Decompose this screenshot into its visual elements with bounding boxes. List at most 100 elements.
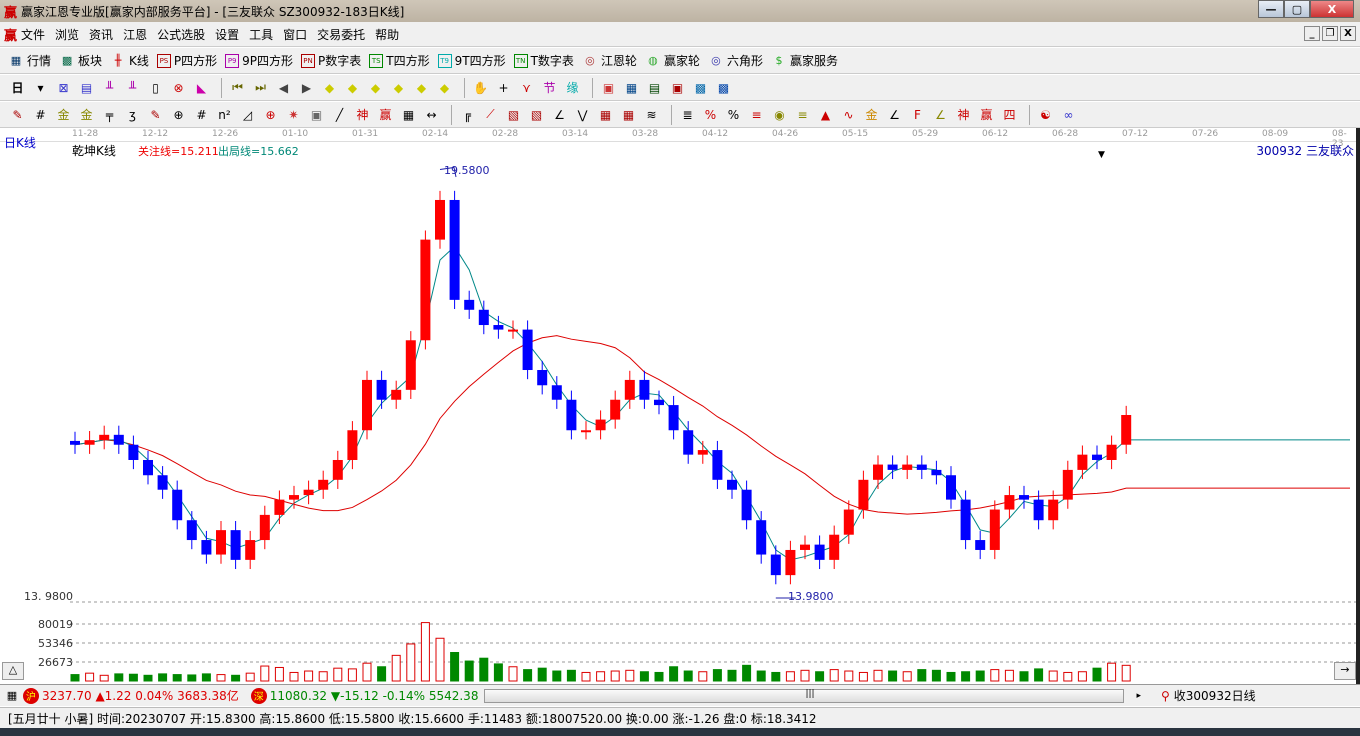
toolbar-dollar-button[interactable]: $ 赢家服务: [771, 52, 838, 69]
star-icon[interactable]: ✷: [284, 105, 303, 124]
spiral-icon[interactable]: ʒ: [123, 105, 142, 124]
toolbar-t9-button[interactable]: T9 9T四方形: [437, 52, 506, 69]
four-angle-icon[interactable]: 四: [1000, 105, 1019, 124]
waves-icon[interactable]: ≋: [642, 105, 661, 124]
fan-icon[interactable]: ✎: [146, 105, 165, 124]
indicator-icon[interactable]: ⊠: [54, 78, 73, 97]
pattern-icon[interactable]: 缘: [563, 78, 582, 97]
god-icon[interactable]: 神: [353, 105, 372, 124]
parallel-icon[interactable]: #: [192, 105, 211, 124]
gold-angle-icon[interactable]: ∠: [931, 105, 950, 124]
menu-item[interactable]: 窗口: [283, 28, 307, 42]
flag-icon[interactable]: ◣: [192, 78, 211, 97]
scroll-thumb-grip[interactable]: |||: [805, 689, 814, 699]
table-icon[interactable]: ▦: [399, 105, 418, 124]
menu-item[interactable]: 江恩: [123, 28, 147, 42]
percent-line-icon[interactable]: %: [701, 105, 720, 124]
fork-icon[interactable]: ╤: [100, 105, 119, 124]
zoom-reset-icon[interactable]: ◆: [435, 78, 454, 97]
zoom-fit-icon[interactable]: ◆: [412, 78, 431, 97]
percent-levels-icon[interactable]: ≡: [747, 105, 766, 124]
win-icon[interactable]: 赢: [376, 105, 395, 124]
menu-item[interactable]: 工具: [249, 28, 273, 42]
close-button[interactable]: X: [1310, 0, 1354, 18]
horizontal-scrollbar[interactable]: |||: [484, 688, 1125, 703]
cross-icon[interactable]: ⊗: [169, 78, 188, 97]
crosshair-icon[interactable]: +: [494, 78, 513, 97]
toolbar-table-button[interactable]: ▦ 行情: [8, 52, 51, 69]
box-icon[interactable]: ▣: [307, 105, 326, 124]
sine-icon[interactable]: ∿: [839, 105, 858, 124]
zoom-right-icon[interactable]: ◆: [343, 78, 362, 97]
gold2-icon[interactable]: 金: [77, 105, 96, 124]
toolbar-ts-button[interactable]: TS T四方形: [369, 52, 430, 69]
angle-icon[interactable]: ◿: [238, 105, 257, 124]
prev-icon[interactable]: ◀: [274, 78, 293, 97]
ruler-icon[interactable]: ≣: [678, 105, 697, 124]
scroll-right-button[interactable]: →: [1334, 662, 1356, 680]
kline-chart[interactable]: 11-28 12-12 12-26 01-10 01-31 02-14 02-28 03-14…: [0, 128, 1360, 684]
shanghai-index[interactable]: 3237.70 ▲1.22 0.04% 3683.38亿: [42, 687, 239, 704]
minimize-button[interactable]: —: [1258, 0, 1284, 18]
toolbar-winner-wheel-button[interactable]: ◍ 赢家轮: [645, 52, 700, 69]
infinity-icon[interactable]: ∞: [1059, 105, 1078, 124]
grid-icon[interactable]: #: [31, 105, 50, 124]
j-angle-icon[interactable]: ∠: [885, 105, 904, 124]
toolbar-gann-wheel-button[interactable]: ◎ 江恩轮: [582, 52, 637, 69]
menu-item[interactable]: 浏览: [55, 28, 79, 42]
candle-type-icon[interactable]: ▯: [146, 78, 165, 97]
slash-icon[interactable]: ╱: [330, 105, 349, 124]
toolbar-tn-button[interactable]: TN T数字表: [513, 52, 574, 69]
measure-icon[interactable]: ↔: [422, 105, 441, 124]
arrow-mark-icon[interactable]: ▲: [816, 105, 835, 124]
volume3-icon[interactable]: ╨: [100, 78, 119, 97]
volume9-icon[interactable]: ╨: [123, 78, 142, 97]
toolbar-ps-button[interactable]: PS P四方形: [156, 52, 217, 69]
zoom-out-icon[interactable]: ◆: [389, 78, 408, 97]
line-icon[interactable]: ⋎: [517, 78, 536, 97]
god-angle-icon[interactable]: 神: [954, 105, 973, 124]
percent-icon[interactable]: %: [724, 105, 743, 124]
circle-icon[interactable]: ⊕: [169, 105, 188, 124]
gold-levels-icon[interactable]: ≡: [793, 105, 812, 124]
vee-icon[interactable]: ⋁: [573, 105, 592, 124]
gann-grid-icon[interactable]: ▧: [527, 105, 546, 124]
first-icon[interactable]: ⏮: [228, 78, 247, 97]
gann-box-icon[interactable]: ▧: [504, 105, 523, 124]
next-icon[interactable]: ▶: [297, 78, 316, 97]
menu-item[interactable]: 帮助: [375, 28, 399, 42]
maximize-button[interactable]: ▢: [1284, 0, 1310, 18]
toolbar-kline-button[interactable]: ╫ K线: [110, 52, 149, 69]
print-icon[interactable]: ▩: [714, 78, 733, 97]
calculator-icon[interactable]: ▦: [622, 78, 641, 97]
pen-icon[interactable]: ✎: [8, 105, 27, 124]
f-angle-icon[interactable]: F: [908, 105, 927, 124]
hand-icon[interactable]: ✋: [471, 78, 490, 97]
menu-item[interactable]: 文件: [21, 28, 45, 42]
season-icon[interactable]: 节: [540, 78, 559, 97]
gann-angle-icon[interactable]: ∠: [550, 105, 569, 124]
toolbar-pn-button[interactable]: PN P数字表: [301, 52, 361, 69]
gold1-icon[interactable]: 金: [54, 105, 73, 124]
period-select[interactable]: 日: [8, 78, 27, 97]
calendar-icon[interactable]: ▣: [599, 78, 618, 97]
table-icon[interactable]: ▦: [4, 688, 20, 704]
frame-icon[interactable]: ╔: [458, 105, 477, 124]
dropdown-icon[interactable]: ▾: [31, 78, 50, 97]
menu-item[interactable]: 设置: [215, 28, 239, 42]
toolbar-hexagon-button[interactable]: ◎ 六角形: [708, 52, 763, 69]
square-icon[interactable]: n²: [215, 105, 234, 124]
gold-line-icon[interactable]: 金: [862, 105, 881, 124]
target-icon[interactable]: ⊕: [261, 105, 280, 124]
mdi-restore-button[interactable]: ❐: [1322, 26, 1338, 41]
list-icon[interactable]: ▤: [77, 78, 96, 97]
mdi-minimize-button[interactable]: _: [1304, 26, 1320, 41]
menu-item[interactable]: 公式选股: [157, 28, 205, 42]
toolbar-blocks-button[interactable]: ▩ 板块: [59, 52, 102, 69]
menu-item[interactable]: 交易委托: [317, 28, 365, 42]
expand-panel-button[interactable]: △: [2, 662, 24, 680]
zoom-left-icon[interactable]: ◆: [320, 78, 339, 97]
menu-item[interactable]: 资讯: [89, 28, 113, 42]
zoom-in-icon[interactable]: ◆: [366, 78, 385, 97]
scroll-right-arrow[interactable]: ▸: [1136, 691, 1141, 701]
